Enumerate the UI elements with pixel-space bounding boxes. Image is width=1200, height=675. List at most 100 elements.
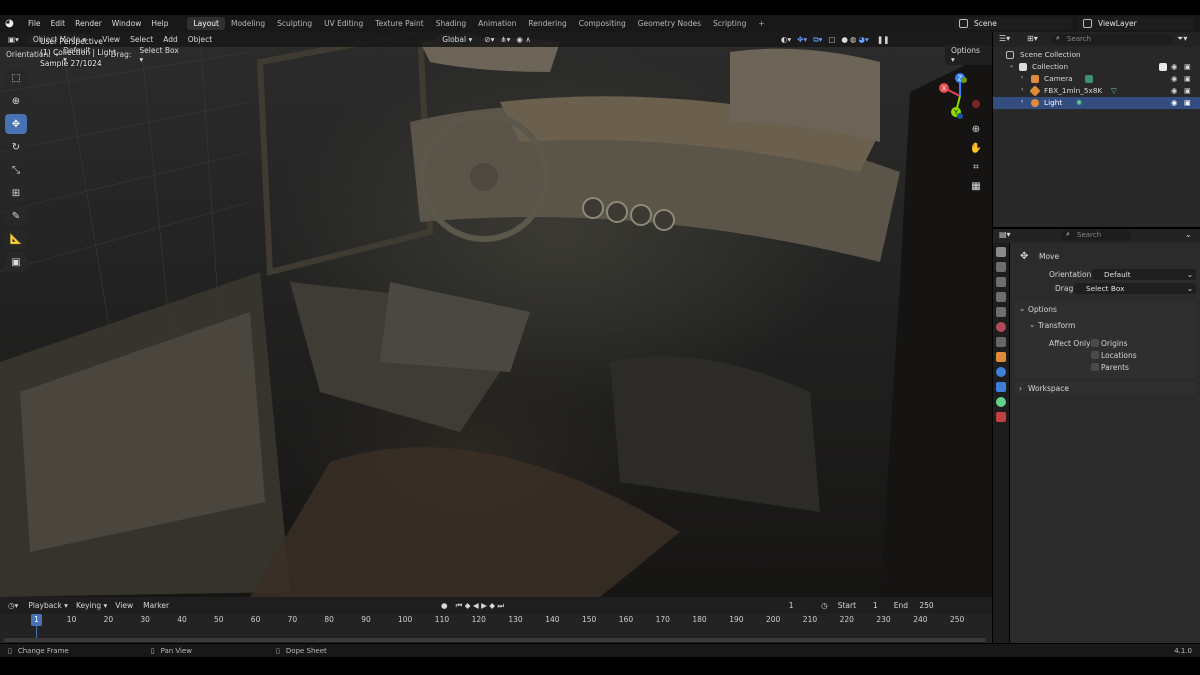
snap-icon[interactable]: ⋔▾ <box>500 35 510 44</box>
pan-hand-icon[interactable]: ✋ <box>968 141 984 157</box>
camera-view-icon[interactable]: ⌗ <box>968 160 984 176</box>
timeline-area[interactable]: 10 20 30 40 50 60 70 80 90 100 110 120 130 140 150 160 1… <box>0 614 992 643</box>
options-panel-title[interactable]: Options <box>1028 305 1057 314</box>
next-keyframe-icon[interactable]: ◆ <box>489 601 495 610</box>
transform-chevron-icon[interactable]: ⌄ <box>1029 320 1035 329</box>
editor-type-icon[interactable]: ▣▾ <box>8 35 19 44</box>
shading-material-icon[interactable]: ◍ <box>850 35 857 44</box>
expand-chevron-icon[interactable]: › <box>1021 98 1023 105</box>
camera-data-icon[interactable] <box>1085 75 1093 83</box>
options-chevron-icon[interactable]: ⌄ <box>1019 304 1025 313</box>
parents-checkbox[interactable] <box>1091 363 1099 371</box>
properties-search-input[interactable]: ⌕ Search <box>1061 230 1131 241</box>
camera-render-icon[interactable]: ▣ <box>1184 62 1191 71</box>
tab-rendering[interactable]: Rendering <box>522 17 572 30</box>
properties-options-icon[interactable]: ⌄ <box>1185 230 1192 239</box>
transform-orientation-dropdown[interactable]: Global ▾ <box>436 34 479 45</box>
world-tab-icon[interactable] <box>996 322 1006 332</box>
visibility-icon[interactable]: ◐▾ <box>781 35 791 44</box>
light-data-tab-icon[interactable] <box>996 397 1006 407</box>
eye-icon[interactable]: ◉ <box>1171 86 1177 95</box>
tab-layout[interactable]: Layout <box>187 17 225 30</box>
jump-start-icon[interactable]: ⏮ <box>456 601 463 610</box>
menu-playback[interactable]: Playback ▾ <box>28 601 68 610</box>
menu-select[interactable]: Select <box>130 35 153 44</box>
workspace-panel-title[interactable]: Workspace <box>1028 384 1069 393</box>
locations-checkbox[interactable] <box>1091 351 1099 359</box>
menu-window[interactable]: Window <box>107 19 147 28</box>
tab-animation[interactable]: Animation <box>472 17 522 30</box>
origins-checkbox[interactable] <box>1091 339 1099 347</box>
annotate-tool-icon[interactable]: ✎ <box>5 206 27 226</box>
include-checkbox-icon[interactable] <box>1159 63 1167 71</box>
pivot-icon[interactable]: ⊘▾ <box>484 35 494 44</box>
eye-icon[interactable]: ◉ <box>1171 98 1177 107</box>
camera-render-icon[interactable]: ▣ <box>1184 86 1191 95</box>
navigation-gizmo[interactable]: Z X Y <box>934 70 986 122</box>
timeline-scrollbar[interactable] <box>4 638 986 642</box>
outliner-editor-icon[interactable]: ☰▾ <box>999 34 1010 43</box>
collection-tab-icon[interactable] <box>996 337 1006 347</box>
scene-selector[interactable]: Scene <box>954 17 1072 30</box>
playhead[interactable]: 1 <box>31 614 42 626</box>
tab-scripting[interactable]: Scripting <box>707 17 752 30</box>
eye-icon[interactable]: ◉ <box>1171 74 1177 83</box>
tab-modeling[interactable]: Modeling <box>225 17 271 30</box>
outliner-row-scene-collection[interactable]: Scene Collection <box>993 49 1200 61</box>
gizmo-neg-x-ball[interactable] <box>972 100 980 108</box>
add-workspace-button[interactable]: + <box>752 17 770 30</box>
xray-icon[interactable]: ▢ <box>828 35 835 44</box>
options-button[interactable]: Options ▾ <box>944 44 992 65</box>
orientation-dropdown[interactable]: Default ⌄ <box>1092 269 1196 280</box>
proportional-edit-icon[interactable]: ◉ ∧ <box>516 35 530 44</box>
scale-tool-icon[interactable]: ⤡ <box>5 160 27 180</box>
current-frame-field[interactable]: 1 <box>769 600 814 611</box>
tab-shading[interactable]: Shading <box>430 17 472 30</box>
properties-editor-icon[interactable]: ▤▾ <box>999 230 1011 239</box>
drag-dropdown[interactable]: Select Box ▾ <box>139 46 185 64</box>
expand-chevron-icon[interactable]: ⌄ <box>1009 62 1014 69</box>
light-data-icon[interactable]: ✺ <box>1076 98 1082 107</box>
prev-keyframe-icon[interactable]: ◆ <box>465 601 471 610</box>
tab-sculpting[interactable]: Sculpting <box>271 17 318 30</box>
gizmo-neg-y-ball[interactable] <box>961 77 967 83</box>
perspective-grid-icon[interactable]: ▦ <box>968 179 984 195</box>
3d-viewport[interactable] <box>0 32 992 597</box>
render-tab-icon[interactable] <box>996 262 1006 272</box>
pause-render-icon[interactable]: ❚❚ <box>877 35 890 44</box>
scene-name[interactable]: Scene <box>974 19 997 28</box>
tool-tab-icon[interactable] <box>996 247 1006 257</box>
menu-add[interactable]: Add <box>163 35 178 44</box>
select-box-tool-icon[interactable]: ⬚ <box>5 68 27 88</box>
play-icon[interactable]: ▶ <box>481 601 487 610</box>
outliner-row-collection[interactable]: ⌄ Collection ◉ ▣ <box>993 61 1200 73</box>
view-layer-tab-icon[interactable] <box>996 292 1006 302</box>
scene-tab-icon[interactable] <box>996 307 1006 317</box>
menu-object[interactable]: Object <box>188 35 212 44</box>
workspace-panel[interactable]: › Workspace <box>1014 382 1196 395</box>
gizmo-toggle-icon[interactable]: ✥▾ <box>797 35 807 44</box>
outliner-row-camera[interactable]: › Camera ◉ ▣ <box>993 73 1200 85</box>
tab-compositing[interactable]: Compositing <box>573 17 632 30</box>
tab-texture-paint[interactable]: Texture Paint <box>369 17 429 30</box>
camera-render-icon[interactable]: ▣ <box>1184 98 1191 107</box>
view-layer-name[interactable]: ViewLayer <box>1098 19 1137 28</box>
blender-logo-icon[interactable]: ◕ <box>5 18 19 30</box>
outliner-filter-icon[interactable]: ⏷▾ <box>1177 34 1187 44</box>
start-frame-field[interactable]: Start 1 <box>831 600 884 611</box>
view-layer-selector[interactable]: ViewLayer <box>1078 17 1194 30</box>
expand-chevron-icon[interactable]: › <box>1021 86 1023 93</box>
constraints-tab-icon[interactable] <box>996 382 1006 392</box>
timeline-editor-icon[interactable]: ◷▾ <box>8 601 18 610</box>
tab-uv-editing[interactable]: UV Editing <box>318 17 369 30</box>
rotate-tool-icon[interactable]: ↻ <box>5 137 27 157</box>
object-tab-icon[interactable] <box>996 352 1006 362</box>
outliner-search-input[interactable]: ⌕ Search <box>1051 34 1173 45</box>
drag-dropdown[interactable]: Select Box ⌄ <box>1074 283 1196 294</box>
end-frame-field[interactable]: End 250 <box>887 600 940 611</box>
preview-range-icon[interactable]: ◷ <box>821 601 828 610</box>
overlay-toggle-icon[interactable]: ⧉▾ <box>813 35 822 45</box>
menu-render[interactable]: Render <box>70 19 107 28</box>
jump-end-icon[interactable]: ⏭ <box>497 601 504 610</box>
mesh-data-icon[interactable]: ▽ <box>1111 86 1117 95</box>
